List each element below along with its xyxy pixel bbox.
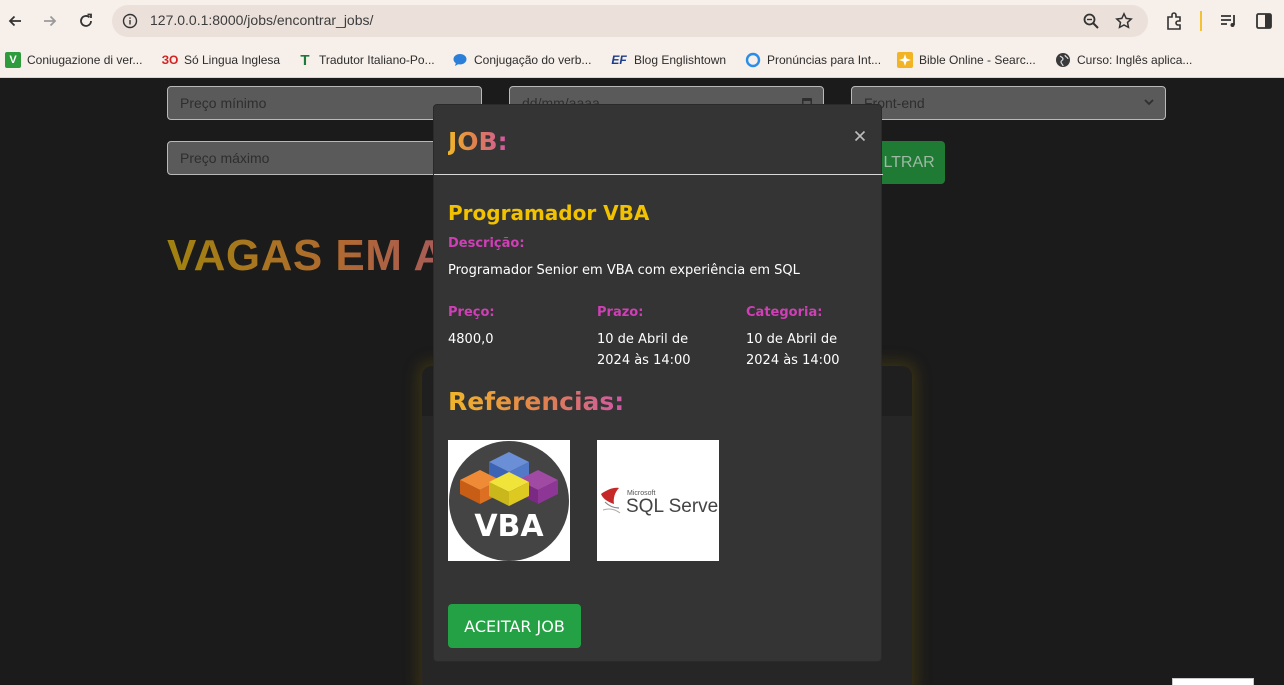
vba-logo-image: VBA [449,441,569,561]
bookmark-label: Tradutor Italiano-Po... [319,53,435,67]
bookmark-label: Curso: Inglês aplica... [1077,53,1193,67]
bible-icon [897,52,913,68]
bookmarks-bar: V Coniugazione di ver... ЗО Só Lingua In… [0,42,1284,78]
back-button[interactable] [2,8,28,34]
chat-bubble-icon [452,52,468,68]
sql-server-logo: Microsoft SQL Server [597,440,719,561]
bookmark-item[interactable]: V Coniugazione di ver... [5,51,142,69]
toolbar-divider [1200,11,1202,31]
preco-maximo-placeholder: Preço máximo [180,150,270,166]
categoria-select[interactable]: Front-end [851,86,1166,120]
back-arrow-icon [8,15,21,27]
bookmark-item[interactable]: Conjugação do verb... [452,51,591,69]
globe-icon [1055,52,1071,68]
job-modal: JOB: Programador VBA Descrição: Programa… [433,104,883,662]
reload-button[interactable] [73,8,99,34]
so-logo-icon: ЗО [161,53,179,67]
bookmark-star-icon[interactable] [1115,12,1133,30]
referencias-title: Referencias: [448,387,625,416]
bookmark-item[interactable]: ЗО Só Lingua Inglesa [162,51,280,69]
bookmark-item[interactable]: T Tradutor Italiano-Po... [297,51,435,69]
prazo-value: 10 de Abril de 2024 às 14:00 [597,332,691,368]
preco-label: Preço: [448,305,495,320]
zoom-icon[interactable] [1082,12,1100,30]
site-info-icon[interactable] [122,13,138,29]
sql-server-logo-image: Microsoft SQL Server [601,487,719,517]
bookmark-label: Coniugazione di ver... [27,53,143,67]
job-name: Programador VBA [448,201,650,225]
modal-title: JOB: [448,127,508,156]
prazo-label: Prazo: [597,305,644,320]
bookmark-label: Só Lingua Inglesa [184,53,281,67]
bookmark-item[interactable]: EF Blog Englishtown [610,51,726,69]
close-button[interactable] [850,126,870,146]
categoria-value: 10 de Abril de 2024 às 14:00 [746,332,840,368]
circle-icon [745,52,761,68]
descricao-text: Programador Senior em VBA com experiênci… [448,263,800,278]
forward-button[interactable] [37,8,63,34]
browser-toolbar: 127.0.0.1:8000/jobs/encontrar_jobs/ [0,0,1284,42]
aceitar-job-button[interactable]: ACEITAR JOB [448,604,581,648]
bookmark-label: Pronúncias para Int... [767,53,882,67]
preco-minimo-placeholder: Preço mínimo [180,95,267,111]
v-green-icon: V [5,52,21,68]
bookmark-item[interactable]: Bible Online - Searc... [897,51,1036,69]
ef-logo-icon: EF [611,53,627,67]
bookmark-label: Bible Online - Searc... [919,53,1036,67]
reading-list-icon[interactable] [1219,11,1239,31]
extensions-icon[interactable] [1165,11,1185,31]
url-text: 127.0.0.1:8000/jobs/encontrar_jobs/ [150,12,374,28]
side-panel-icon[interactable] [1254,11,1274,31]
reload-icon [80,13,92,27]
page-heading: VAGAS EM A [167,231,446,280]
vba-logo-text: VBA [474,509,544,544]
bookmark-item[interactable]: Curso: Inglês aplica... [1055,51,1192,69]
sql-server-logo-text: SQL Server [626,496,719,517]
forward-arrow-icon [44,15,57,27]
vba-logo: VBA [448,440,570,561]
close-icon [854,130,866,142]
t-green-icon: T [300,51,310,69]
bookmark-label: Conjugação do verb... [474,53,592,67]
corner-widget [1172,678,1254,685]
address-bar[interactable]: 127.0.0.1:8000/jobs/encontrar_jobs/ [112,5,1148,37]
preco-value: 4800,0 [448,332,494,347]
modal-header: JOB: [434,105,883,175]
chevron-down-icon [1144,99,1154,106]
categoria-label: Categoria: [746,305,823,320]
filtrar-label: ILTRAR [879,154,935,171]
bookmark-label: Blog Englishtown [634,53,727,67]
descricao-label: Descrição: [448,236,525,251]
bookmark-item[interactable]: Pronúncias para Int... [745,51,881,69]
